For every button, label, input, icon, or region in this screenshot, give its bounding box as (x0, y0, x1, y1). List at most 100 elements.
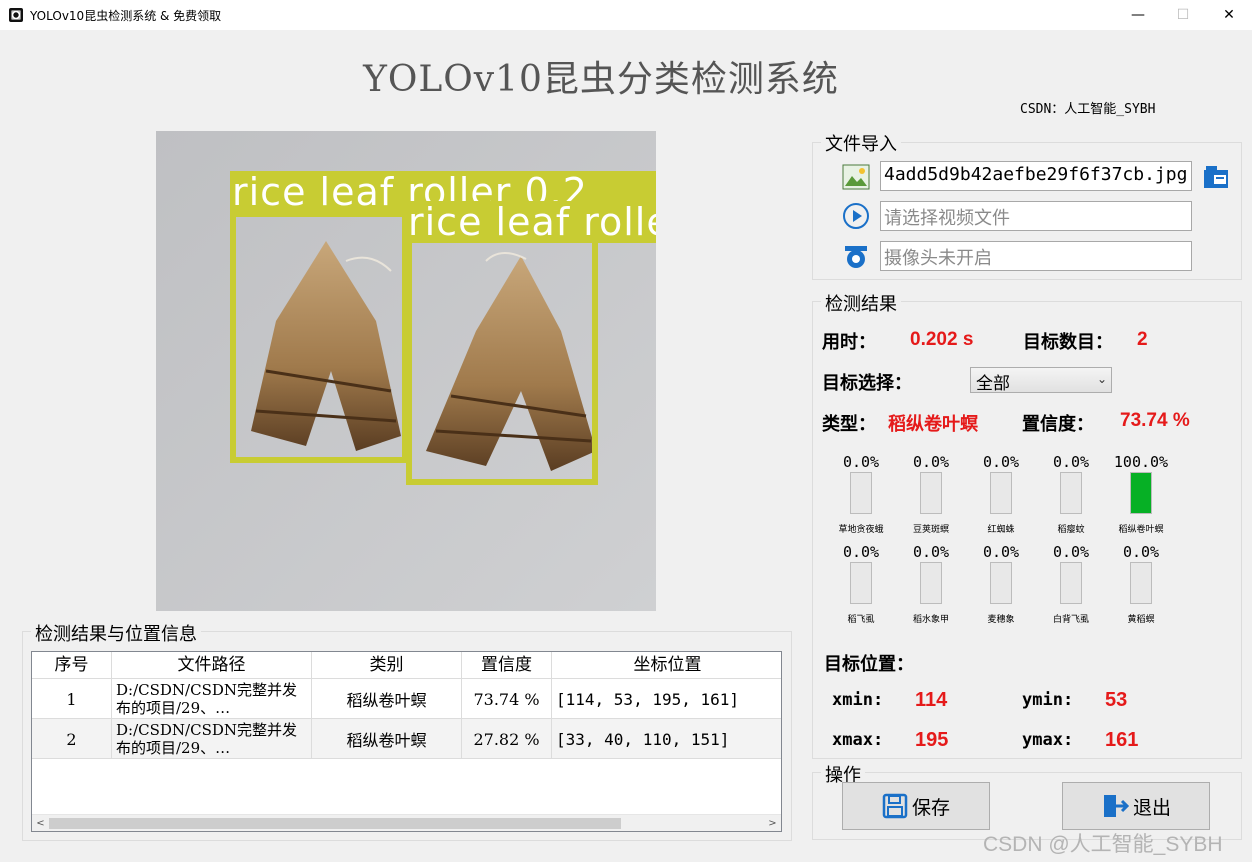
cell-path: D:/CSDN/CSDN完整并发布的项目/29、… (112, 719, 312, 759)
probability-percent: 0.0% (842, 453, 880, 471)
open-folder-icon[interactable] (1202, 162, 1230, 190)
xmax-label: xmax: (832, 730, 884, 750)
probability-bar (920, 562, 942, 604)
probability-class-name: 草地贪夜蛾 (838, 525, 884, 535)
video-file-field[interactable]: 请选择视频文件 (880, 201, 1192, 231)
target-select[interactable]: 全部 ⌄ (970, 367, 1112, 394)
xmin-label: xmin: (832, 690, 884, 710)
ymin-value: 53 (1105, 689, 1128, 711)
probability-class-name: 稻瘿蚊 (1057, 525, 1085, 535)
title-bar: YOLOv10昆虫检测系统 & 免费领取 — ☐ ✕ (0, 0, 1252, 30)
probability-percent: 0.0% (912, 453, 950, 471)
camera-field[interactable]: 摄像头未开启 (880, 241, 1192, 271)
probability-bar (850, 472, 872, 514)
type-value: 稻纵卷叶螟 (888, 414, 978, 435)
column-header-confidence[interactable]: 置信度 (462, 652, 552, 679)
exit-label: 退出 (1132, 796, 1171, 819)
bounding-box-2 (406, 237, 598, 485)
probability-bar (1060, 472, 1082, 514)
confidence-value: 73.74 % (1120, 410, 1190, 431)
probability-class-name: 麦穗象 (987, 615, 1015, 625)
probability-percent: 0.0% (1052, 543, 1090, 561)
cell-path: D:/CSDN/CSDN完整并发布的项目/29、… (112, 679, 312, 719)
probability-bar (1130, 472, 1152, 514)
count-label: 目标数目： (1023, 332, 1113, 353)
table-header: 序号 文件路径 类别 置信度 坐标位置 (32, 652, 781, 679)
exit-button[interactable]: 退出 (1062, 782, 1210, 830)
scroll-right-icon[interactable]: > (764, 815, 781, 831)
credit-label: CSDN：人工智能_SYBH (1020, 102, 1156, 117)
probability-class-name: 豆荚斑螟 (912, 525, 949, 535)
probability-class-name: 黄稻螟 (1127, 615, 1155, 625)
save-button[interactable]: 保存 (842, 782, 990, 830)
probability-percent: 0.0% (912, 543, 950, 561)
probability-percent: 100.0% (1113, 453, 1169, 471)
table-row[interactable]: 2 D:/CSDN/CSDN完整并发布的项目/29、… 稻纵卷叶螟 27.82 … (32, 719, 781, 759)
maximize-button[interactable]: ☐ (1160, 0, 1206, 30)
bounding-box-1 (230, 211, 408, 463)
xmax-value: 195 (915, 729, 949, 751)
probability-class-name: 白背飞虱 (1052, 615, 1089, 625)
chevron-down-icon: ⌄ (1096, 372, 1107, 386)
cell-class: 稻纵卷叶螟 (312, 719, 462, 759)
count-value: 2 (1137, 329, 1148, 350)
watermark: CSDN @人工智能_SYBH (983, 833, 1223, 856)
close-button[interactable]: ✕ (1206, 0, 1252, 30)
probability-bar (990, 562, 1012, 604)
probability-percent: 0.0% (1122, 543, 1160, 561)
results-title: 检测结果 (821, 290, 901, 316)
probability-class-name: 稻纵卷叶螟 (1118, 525, 1164, 535)
target-select-value: 全部 (976, 374, 1010, 394)
target-select-label: 目标选择： (822, 373, 912, 394)
probability-class-name: 红蜘蛛 (987, 525, 1015, 535)
exit-icon (1103, 795, 1129, 817)
camera-icon[interactable] (842, 242, 870, 270)
time-label: 用时： (822, 332, 876, 353)
scrollbar-thumb[interactable] (49, 818, 621, 829)
detection-image: rice leaf roller 0.2 rice leaf roller 0.… (156, 131, 656, 611)
ymax-label: ymax: (1022, 730, 1074, 750)
probability-class-name: 稻水象甲 (912, 615, 949, 625)
position-label: 目标位置： (824, 654, 914, 675)
probability-percent: 0.0% (982, 543, 1020, 561)
column-header-class[interactable]: 类别 (312, 652, 462, 679)
probability-bar (850, 562, 872, 604)
save-icon (882, 793, 908, 819)
cell-confidence: 73.74 % (462, 679, 552, 719)
column-header-coords[interactable]: 坐标位置 (552, 652, 781, 679)
cell-class: 稻纵卷叶螟 (312, 679, 462, 719)
column-header-index[interactable]: 序号 (32, 652, 112, 679)
cell-index: 2 (32, 719, 112, 759)
cell-confidence: 27.82 % (462, 719, 552, 759)
probability-bar (920, 472, 942, 514)
minimize-button[interactable]: — (1115, 0, 1161, 30)
window-title: YOLOv10昆虫检测系统 & 免费领取 (30, 9, 222, 23)
scroll-left-icon[interactable]: < (32, 815, 49, 831)
table-row[interactable]: 1 D:/CSDN/CSDN完整并发布的项目/29、… 稻纵卷叶螟 73.74 … (32, 679, 781, 719)
probability-bar (1130, 562, 1152, 604)
cell-index: 1 (32, 679, 112, 719)
image-icon[interactable] (842, 163, 870, 191)
horizontal-scrollbar[interactable]: < > (32, 814, 781, 831)
video-icon[interactable] (842, 202, 870, 230)
image-file-field[interactable]: 4add5d9b42aefbe29f6f37cb.jpg (880, 161, 1192, 191)
page-title: YOLOv10昆虫分类检测系统 (363, 59, 839, 100)
probability-percent: 0.0% (982, 453, 1020, 471)
results-table[interactable]: 序号 文件路径 类别 置信度 坐标位置 1 D:/CSDN/CSDN完整并发布的… (31, 651, 782, 832)
type-label: 类型： (822, 414, 876, 435)
ymax-value: 161 (1105, 729, 1139, 751)
probability-class-name: 稻飞虱 (847, 615, 875, 625)
probability-percent: 0.0% (1052, 453, 1090, 471)
ymin-label: ymin: (1022, 690, 1074, 710)
cell-coords: [114, 53, 195, 161] (556, 689, 740, 709)
file-import-title: 文件导入 (821, 130, 901, 156)
app-icon (9, 8, 23, 22)
probability-bar (990, 472, 1012, 514)
column-header-path[interactable]: 文件路径 (112, 652, 312, 679)
save-label: 保存 (911, 796, 950, 819)
confidence-label: 置信度： (1022, 414, 1094, 435)
cell-coords: [33, 40, 110, 151] (556, 729, 730, 749)
table-title: 检测结果与位置信息 (31, 620, 201, 646)
bounding-box-label-2: rice leaf roller 0.74 (406, 201, 656, 243)
probability-fill (1131, 473, 1151, 513)
